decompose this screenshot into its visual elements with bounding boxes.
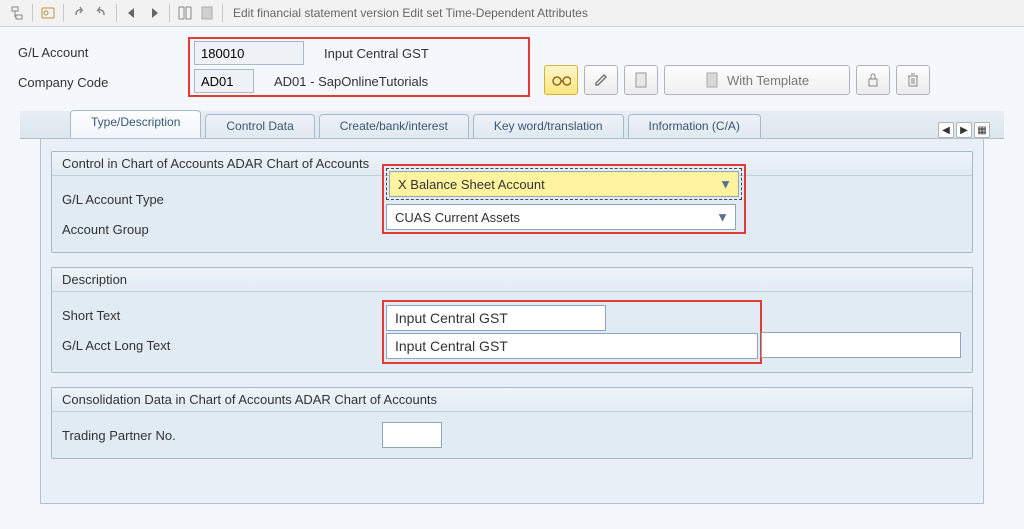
hierarchy-icon[interactable] bbox=[6, 3, 28, 23]
tab-create-bank-interest[interactable]: Create/bank/interest bbox=[319, 114, 469, 138]
gl-account-desc: Input Central GST bbox=[324, 46, 524, 61]
document-icon[interactable] bbox=[196, 3, 218, 23]
company-code-input[interactable] bbox=[194, 69, 254, 93]
tab-scroll-right[interactable]: ▶ bbox=[956, 122, 972, 138]
tabstrip: Type/Description Control Data Create/ban… bbox=[20, 111, 1004, 139]
header-highlight-box: Input Central GST AD01 - SapOnlineTutori… bbox=[188, 37, 530, 97]
next-icon[interactable] bbox=[143, 3, 165, 23]
description-highlight-box bbox=[382, 300, 762, 364]
panel-description: Description Short Text G/L Acct Long Tex… bbox=[51, 267, 973, 373]
account-group-label: Account Group bbox=[62, 222, 382, 237]
dropdowns-highlight-box: X Balance Sheet Account ▼ CUAS Current A… bbox=[382, 164, 746, 234]
chevron-down-icon: ▼ bbox=[719, 177, 732, 192]
layout-icon[interactable] bbox=[174, 3, 196, 23]
gl-account-type-label: G/L Account Type bbox=[62, 192, 382, 207]
panel-description-title: Description bbox=[52, 268, 972, 292]
prev-icon[interactable] bbox=[121, 3, 143, 23]
document-icon bbox=[705, 72, 719, 88]
tab-scroll-left[interactable]: ◀ bbox=[938, 122, 954, 138]
with-template-button[interactable]: With Template bbox=[664, 65, 850, 95]
short-text-input[interactable] bbox=[386, 305, 606, 331]
undo-icon[interactable] bbox=[68, 3, 90, 23]
gl-account-type-dropdown[interactable]: X Balance Sheet Account ▼ bbox=[389, 171, 739, 197]
toolbar-title: Edit financial statement version Edit se… bbox=[233, 6, 588, 20]
account-group-dropdown[interactable]: CUAS Current Assets ▼ bbox=[386, 204, 736, 230]
gl-account-input[interactable] bbox=[194, 41, 304, 65]
new-document-button[interactable] bbox=[624, 65, 658, 95]
long-text-input-part1[interactable] bbox=[386, 333, 758, 359]
panel-consolidation-title: Consolidation Data in Chart of Accounts … bbox=[52, 388, 972, 412]
tab-information-ca[interactable]: Information (C/A) bbox=[628, 114, 761, 138]
long-text-input-extension[interactable] bbox=[761, 332, 961, 358]
trading-partner-input[interactable] bbox=[382, 422, 442, 448]
account-group-value: CUAS Current Assets bbox=[395, 210, 520, 225]
tab-list-button[interactable]: ▦ bbox=[974, 122, 990, 138]
app-toolbar: Edit financial statement version Edit se… bbox=[0, 0, 1024, 27]
trading-partner-label: Trading Partner No. bbox=[62, 428, 382, 443]
panel-control-chart: Control in Chart of Accounts ADAR Chart … bbox=[51, 151, 973, 253]
gl-account-type-value: X Balance Sheet Account bbox=[398, 177, 545, 192]
tab-control-data[interactable]: Control Data bbox=[205, 114, 314, 138]
long-text-label: G/L Acct Long Text bbox=[62, 338, 170, 353]
gl-account-label: G/L Account bbox=[18, 45, 188, 60]
panel-consolidation: Consolidation Data in Chart of Accounts … bbox=[51, 387, 973, 459]
lock-button[interactable] bbox=[856, 65, 890, 95]
with-template-label: With Template bbox=[727, 73, 809, 88]
chevron-down-icon: ▼ bbox=[716, 210, 729, 225]
short-text-label: Short Text bbox=[62, 308, 120, 323]
company-code-desc: AD01 - SapOnlineTutorials bbox=[274, 74, 428, 89]
tab-key-word-translation[interactable]: Key word/translation bbox=[473, 114, 624, 138]
redo-icon[interactable] bbox=[90, 3, 112, 23]
header-area: G/L Account Company Code Input Central G… bbox=[0, 27, 1024, 105]
tab-content: Control in Chart of Accounts ADAR Chart … bbox=[40, 139, 984, 504]
tab-type-description[interactable]: Type/Description bbox=[70, 110, 201, 138]
card-icon[interactable] bbox=[37, 3, 59, 23]
delete-button[interactable] bbox=[896, 65, 930, 95]
company-code-label: Company Code bbox=[18, 75, 188, 90]
glasses-button[interactable] bbox=[544, 65, 578, 95]
edit-pencil-button[interactable] bbox=[584, 65, 618, 95]
